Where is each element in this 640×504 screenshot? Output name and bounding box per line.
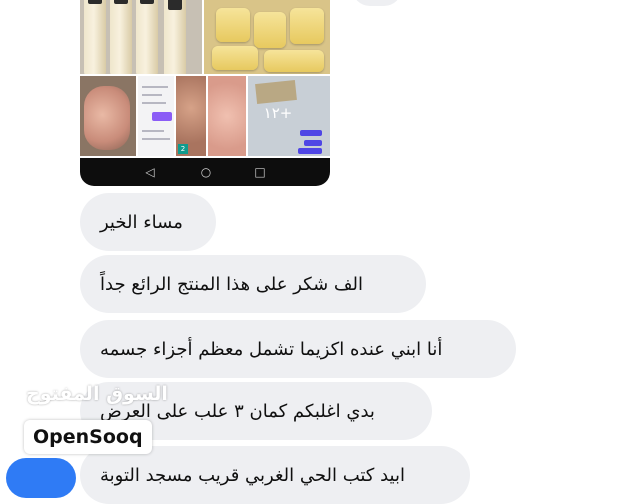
product-soap-photo[interactable] xyxy=(204,0,330,74)
skin-photo-1[interactable] xyxy=(80,76,136,156)
more-media-thumb[interactable]: ١٢+ xyxy=(248,76,330,156)
recents-icon: □ xyxy=(254,165,266,179)
home-icon: ○ xyxy=(200,165,212,179)
message-bubble[interactable]: الف شكر على هذا المنتج الرائع جداً xyxy=(80,255,426,313)
shared-media-card[interactable]: 2 ١٢+ ◁ ○ □ xyxy=(80,0,330,186)
message-text: ابيد كتب الحي الغربي قريب مسجد التوبة xyxy=(100,464,405,486)
message-bubble[interactable]: ابيد كتب الحي الغربي قريب مسجد التوبة xyxy=(80,446,470,504)
message-bubble[interactable]: مساء الخير xyxy=(80,193,216,251)
skin-photo-2[interactable]: 2 xyxy=(176,76,206,156)
skin-photo-3[interactable] xyxy=(208,76,246,156)
previous-message-bubble xyxy=(352,0,402,6)
watermark-arabic: السوق المفتوح xyxy=(26,383,168,405)
sender-avatar xyxy=(6,458,76,498)
message-text: مساء الخير xyxy=(100,211,183,233)
opensooq-logo: OpenSooq xyxy=(24,420,152,454)
back-icon: ◁ xyxy=(145,165,155,179)
message-text: الف شكر على هذا المنتج الرائع جداً xyxy=(100,273,364,295)
message-bubble[interactable]: أنا ابني عنده اكزيما تشمل معظم أجزاء جسم… xyxy=(80,320,516,378)
chat-screenshot-thumb[interactable] xyxy=(138,76,174,156)
more-media-count: ١٢+ xyxy=(263,104,293,122)
product-tubes-photo[interactable] xyxy=(80,0,202,74)
screenshot-nav-bar: ◁ ○ □ xyxy=(80,158,330,186)
message-text: أنا ابني عنده اكزيما تشمل معظم أجزاء جسم… xyxy=(100,338,443,360)
thumb-badge: 2 xyxy=(178,144,188,154)
